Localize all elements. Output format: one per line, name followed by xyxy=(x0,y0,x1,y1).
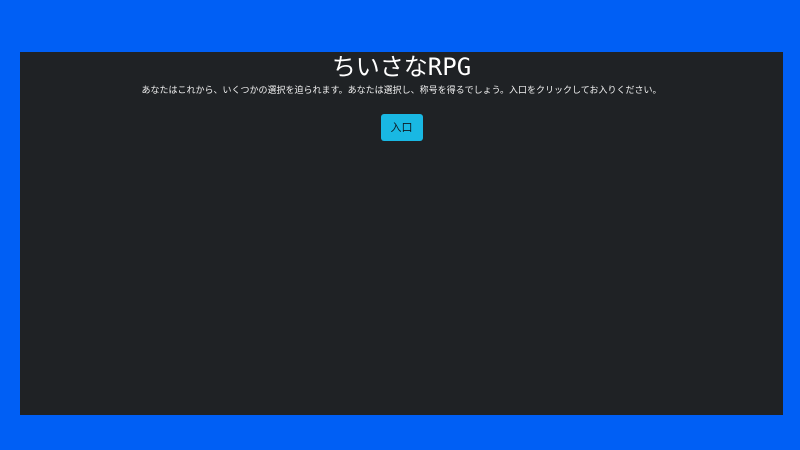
game-panel: ちいさなRPG あなたはこれから、いくつかの選択を迫られます。あなたは選択し、称… xyxy=(20,52,783,415)
enter-button[interactable]: 入口 xyxy=(380,114,423,141)
intro-text: あなたはこれから、いくつかの選択を迫られます。あなたは選択し、称号を得るでしょう… xyxy=(141,86,662,96)
game-title: ちいさなRPG xyxy=(331,53,472,81)
